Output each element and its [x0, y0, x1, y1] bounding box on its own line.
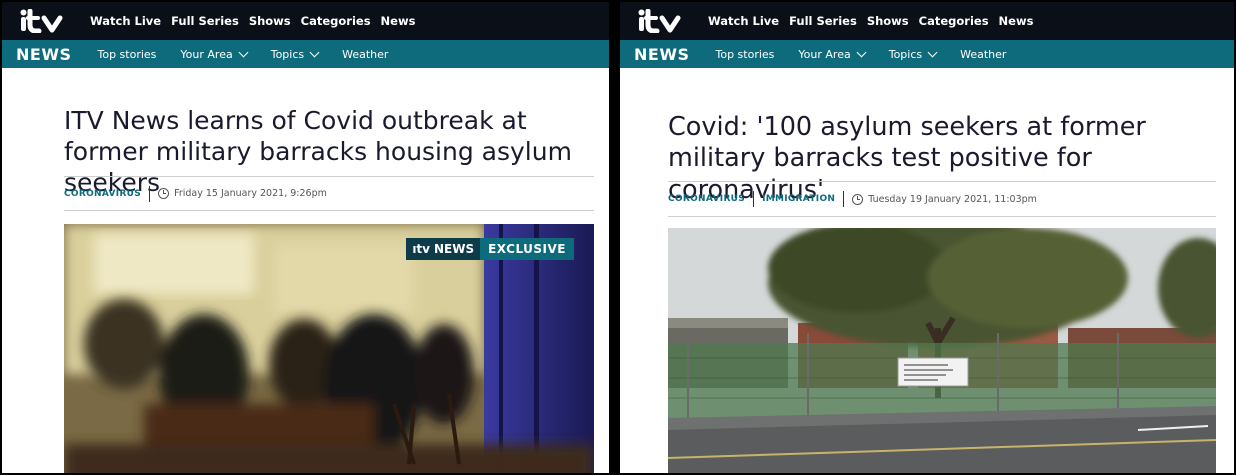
chevron-down-icon [856, 47, 867, 57]
nav-shows[interactable]: Shows [867, 14, 909, 28]
article: ITV News learns of Covid outbreak at for… [2, 68, 609, 473]
nav-shows[interactable]: Shows [249, 14, 291, 28]
clock-icon [158, 188, 170, 199]
badge-brand: ıtv NEWS [406, 238, 481, 260]
news-section-bar: NEWS Top stories Your Area Topics Weathe… [2, 40, 609, 68]
barracks-photo [668, 228, 1216, 473]
article: Covid: '100 asylum seekers at former mil… [620, 68, 1234, 473]
tag-immigration[interactable]: IMMIGRATION [762, 194, 835, 204]
itv-top-bar: Watch Live Full Series Shows Categories … [620, 2, 1234, 40]
subnav-label: Your Area [180, 47, 233, 61]
subnav-label: Top stories [715, 47, 775, 61]
article-meta: CORONAVIRUS Friday 15 January 2021, 9:26… [64, 176, 594, 211]
nav-categories[interactable]: Categories [301, 14, 371, 28]
itv-logo[interactable] [638, 2, 684, 40]
article-image-barracks[interactable] [668, 228, 1216, 473]
nav-watch-live[interactable]: Watch Live [708, 14, 779, 28]
chevron-down-icon [238, 47, 249, 57]
right-article-page: Watch Live Full Series Shows Categories … [620, 2, 1234, 473]
nav-news[interactable]: News [381, 14, 416, 28]
subnav-label: Your Area [798, 47, 851, 61]
news-section-logo[interactable]: NEWS [16, 45, 72, 64]
nav-full-series[interactable]: Full Series [171, 14, 239, 28]
chevron-down-icon [309, 47, 320, 57]
news-subnav: Top stories Your Area Topics Weather [716, 47, 1031, 61]
itv-logo-icon [20, 9, 63, 33]
itv-logo-small-icon: ıtv [412, 242, 430, 256]
itv-top-bar: Watch Live Full Series Shows Categories … [2, 2, 609, 40]
nav-news[interactable]: News [999, 14, 1034, 28]
subnav-top-stories[interactable]: Top stories [716, 48, 775, 61]
subnav-label: Weather [960, 47, 1007, 61]
subnav-weather[interactable]: Weather [342, 48, 388, 61]
blurred-room-scene [64, 224, 594, 473]
meta-divider [753, 191, 755, 207]
subnav-your-area[interactable]: Your Area [180, 47, 249, 61]
itv-logo-icon [638, 9, 681, 33]
badge-exclusive-label: EXCLUSIVE [480, 238, 574, 260]
tag-coronavirus[interactable]: CORONAVIRUS [64, 189, 141, 199]
subnav-topics[interactable]: Topics [270, 47, 320, 61]
news-section-bar: NEWS Top stories Your Area Topics Weathe… [620, 40, 1234, 68]
subnav-topics[interactable]: Topics [888, 47, 938, 61]
news-subnav: Top stories Your Area Topics Weather [98, 47, 413, 61]
exclusive-badge: ıtv NEWS EXCLUSIVE [406, 238, 574, 260]
subnav-top-stories[interactable]: Top stories [98, 48, 157, 61]
subnav-label: Topics [888, 47, 923, 61]
comparison-screenshot: Watch Live Full Series Shows Categories … [0, 0, 1236, 475]
meta-divider [843, 191, 845, 207]
subnav-label: Top stories [97, 47, 157, 61]
nav-full-series[interactable]: Full Series [789, 14, 857, 28]
left-article-page: Watch Live Full Series Shows Categories … [2, 2, 609, 473]
chevron-down-icon [927, 47, 938, 57]
clock-icon [852, 193, 864, 205]
publish-date: Friday 15 January 2021, 9:26pm [174, 188, 327, 199]
subnav-your-area[interactable]: Your Area [798, 47, 867, 61]
tag-coronavirus[interactable]: CORONAVIRUS [668, 194, 745, 204]
nav-categories[interactable]: Categories [919, 14, 989, 28]
subnav-label: Weather [342, 47, 389, 61]
article-image-video-still[interactable]: ıtv NEWS EXCLUSIVE [64, 224, 594, 473]
nav-watch-live[interactable]: Watch Live [90, 14, 161, 28]
main-nav: Watch Live Full Series Shows Categories … [90, 14, 425, 28]
itv-logo[interactable] [20, 2, 66, 40]
main-nav: Watch Live Full Series Shows Categories … [708, 14, 1043, 28]
badge-news-label: NEWS [433, 242, 475, 256]
subnav-weather[interactable]: Weather [960, 48, 1006, 61]
subnav-label: Topics [270, 47, 305, 61]
news-section-logo[interactable]: NEWS [634, 45, 690, 64]
meta-divider [149, 185, 151, 202]
article-meta: CORONAVIRUS IMMIGRATION Tuesday 19 Janua… [668, 181, 1216, 217]
publish-date: Tuesday 19 January 2021, 11:03pm [868, 193, 1037, 205]
